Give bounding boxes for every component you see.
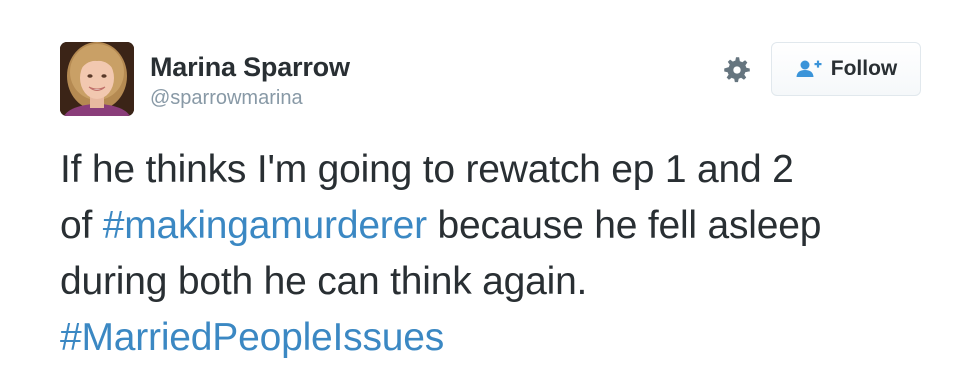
- tweet-line-2-prefix: of: [60, 204, 103, 247]
- user-handle[interactable]: @sparrowmarina: [150, 87, 303, 110]
- tweet-text: If he thinks I'm going to rewatch ep 1 a…: [60, 142, 960, 366]
- user-name[interactable]: Marina Sparrow: [150, 52, 350, 83]
- tweet-line-1: If he thinks I'm going to rewatch ep 1 a…: [60, 148, 794, 191]
- hashtag-link-makingamurderer[interactable]: #makingamurderer: [103, 204, 427, 247]
- avatar[interactable]: [60, 42, 134, 116]
- tweet-line-2-suffix: because he fell asleep: [426, 204, 822, 247]
- avatar-photo: [60, 42, 134, 116]
- follow-label: Follow: [830, 57, 898, 80]
- tweet-line-2: of #makingamurderer because he fell asle…: [60, 198, 960, 254]
- tweet-card: Marina Sparrow @sparrowmarina Follow If …: [0, 0, 980, 364]
- tweet-line-3: during both he can think again.: [60, 260, 588, 303]
- gear-icon[interactable]: [720, 53, 754, 87]
- hashtag-link-marriedpeopleissues[interactable]: #MarriedPeopleIssues: [60, 310, 960, 366]
- add-user-icon: [795, 58, 823, 80]
- follow-button[interactable]: Follow: [771, 42, 921, 96]
